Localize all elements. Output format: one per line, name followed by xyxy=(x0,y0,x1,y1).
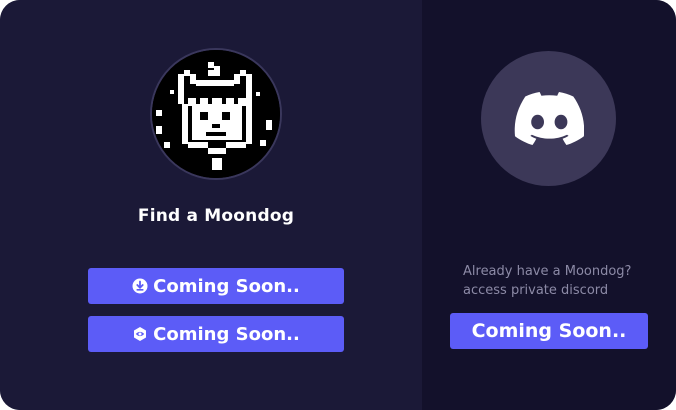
button-label: Coming Soon.. xyxy=(153,323,300,345)
note-line-2: access private discord xyxy=(463,283,609,298)
discord-badge xyxy=(481,51,616,186)
coming-soon-button-discord[interactable]: Coming Soon.. xyxy=(450,313,648,349)
button-label: Coming Soon.. xyxy=(471,320,627,342)
discord-icon xyxy=(514,91,584,145)
left-panel: Find a Moondog Coming Soon.. Coming Soon… xyxy=(0,0,422,410)
coming-soon-button-download[interactable]: Coming Soon.. xyxy=(88,268,344,304)
button-label: Coming Soon.. xyxy=(153,275,300,297)
moondog-avatar xyxy=(150,48,282,180)
moondog-card: Find a Moondog Coming Soon.. Coming Soon… xyxy=(0,0,676,410)
eye-badge-icon xyxy=(132,326,148,342)
pixel-dog-image xyxy=(152,50,280,178)
note-line-1: Already have a Moondog? xyxy=(463,264,632,279)
coming-soon-button-eye[interactable]: Coming Soon.. xyxy=(88,316,344,352)
download-circle-icon xyxy=(132,278,148,294)
find-moondog-title: Find a Moondog xyxy=(137,206,295,226)
discord-note: Already have a Moondog? access private d… xyxy=(463,262,663,300)
